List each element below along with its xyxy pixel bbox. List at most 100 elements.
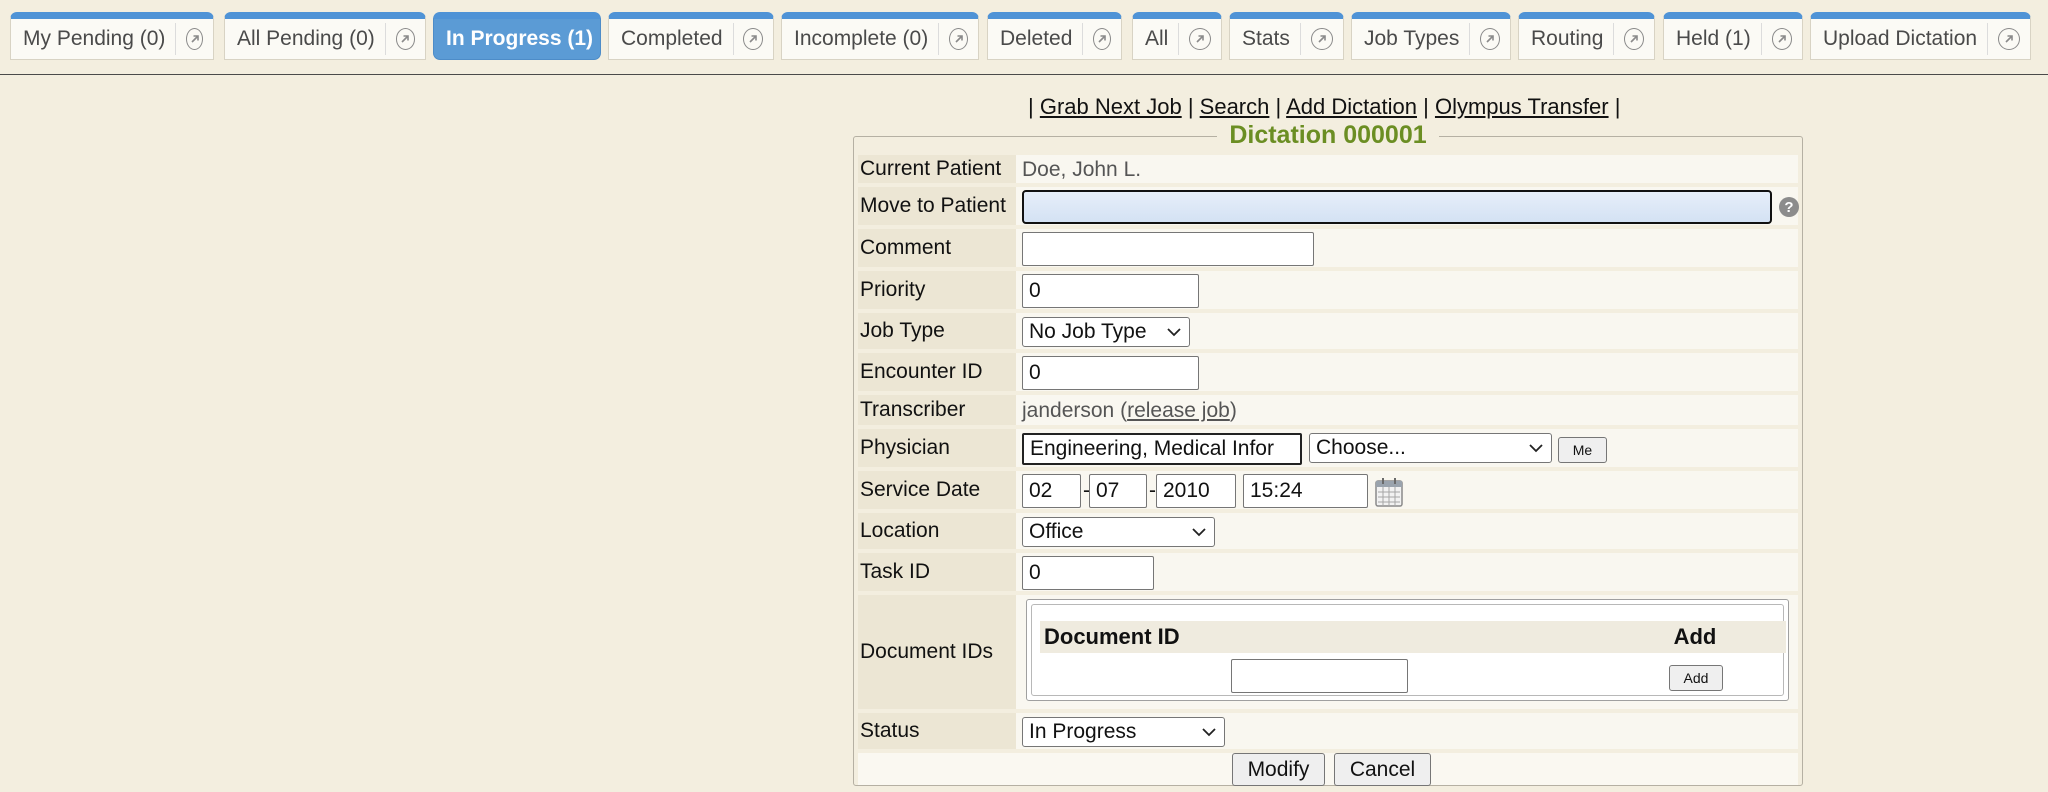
value-cell: Office: [1022, 513, 1798, 549]
service-year-input[interactable]: [1156, 474, 1236, 508]
label-job-type: Job Type: [858, 313, 1016, 349]
value-cell: [1022, 353, 1798, 391]
tab-label: Stats: [1242, 27, 1290, 50]
release-job-link[interactable]: release job: [1127, 399, 1230, 422]
tab-completed[interactable]: Completed: [608, 12, 774, 60]
tab-all[interactable]: All: [1132, 12, 1222, 60]
tab-in-progress[interactable]: In Progress (1): [433, 12, 601, 60]
open-arrow-icon[interactable]: [1771, 28, 1792, 50]
label-priority: Priority: [858, 271, 1016, 309]
tab-my-pending[interactable]: My Pending (0): [10, 12, 214, 60]
divider: [938, 23, 940, 55]
tab-label: My Pending (0): [23, 27, 166, 50]
row-actions: Modify Cancel: [858, 753, 1798, 786]
value-cell: ?: [1022, 187, 1799, 225]
row-service-date: Service Date - -: [858, 471, 1798, 511]
paren-close: ): [1229, 399, 1237, 422]
open-arrow-icon[interactable]: [1310, 28, 1333, 50]
tab-label: Held (1): [1676, 27, 1751, 50]
open-arrow-icon[interactable]: [1093, 28, 1111, 50]
service-day-input[interactable]: [1089, 474, 1147, 508]
link-separator: |: [1028, 94, 1034, 119]
grab-next-job-link[interactable]: Grab Next Job: [1040, 94, 1182, 119]
tab-label: Deleted: [1000, 27, 1073, 50]
document-id-input[interactable]: [1231, 659, 1408, 693]
date-separator: -: [1149, 479, 1156, 502]
location-select[interactable]: Office: [1022, 517, 1215, 547]
row-task-id: Task ID: [858, 553, 1798, 593]
row-comment: Comment: [858, 229, 1798, 269]
label-status: Status: [858, 713, 1016, 749]
divider: [1299, 23, 1301, 55]
divider: [175, 23, 177, 55]
calendar-icon[interactable]: [1375, 477, 1403, 507]
label-physician: Physician: [858, 429, 1016, 467]
modify-button[interactable]: Modify: [1232, 753, 1325, 786]
physician-choose-select[interactable]: Choose...: [1309, 433, 1552, 463]
divider: [1082, 23, 1084, 55]
link-separator: |: [1423, 94, 1429, 119]
document-id-header: Document ID: [1040, 621, 1604, 653]
open-arrow-icon[interactable]: [1998, 28, 2020, 50]
row-document-ids: Document IDs Document ID Add Add: [858, 595, 1798, 711]
olympus-transfer-link[interactable]: Olympus Transfer: [1435, 94, 1609, 119]
status-selected: In Progress: [1029, 720, 1137, 743]
divider: [1760, 23, 1762, 55]
legend: Dictation 000001: [854, 121, 1802, 150]
tab-incomplete[interactable]: Incomplete (0): [781, 12, 979, 60]
status-select[interactable]: In Progress: [1022, 717, 1225, 747]
document-table-frame: Document ID Add Add: [1026, 599, 1789, 701]
cancel-button[interactable]: Cancel: [1334, 753, 1431, 786]
chevron-down-icon: [1529, 444, 1543, 453]
action-links: | Grab Next Job | Search | Add Dictation…: [1028, 94, 1620, 120]
chevron-down-icon: [1192, 528, 1206, 537]
value-cell: Document ID Add Add: [1022, 595, 1798, 709]
tab-label: In Progress (1): [446, 27, 594, 50]
comment-input[interactable]: [1022, 232, 1314, 266]
tab-bar: My Pending (0) All Pending (0) In Progre…: [0, 0, 2048, 75]
service-time-input[interactable]: [1243, 474, 1368, 508]
divider: [1987, 23, 1989, 55]
open-arrow-icon[interactable]: [395, 28, 415, 50]
link-separator: |: [1275, 94, 1282, 119]
open-arrow-icon[interactable]: [1624, 28, 1644, 50]
add-header: Add: [1604, 621, 1786, 653]
link-separator: |: [1614, 94, 1621, 119]
row-move-to-patient: Move to Patient ?: [858, 187, 1799, 227]
job-type-select[interactable]: No Job Type: [1022, 317, 1190, 347]
value-cell: [1022, 271, 1798, 309]
label-location: Location: [858, 513, 1016, 549]
move-to-patient-input[interactable]: [1022, 190, 1772, 224]
open-arrow-icon[interactable]: [186, 28, 203, 50]
add-dictation-link[interactable]: Add Dictation: [1286, 94, 1417, 119]
physician-input[interactable]: [1022, 433, 1302, 465]
me-button[interactable]: Me: [1558, 437, 1607, 463]
add-document-button[interactable]: Add: [1669, 665, 1723, 691]
priority-input[interactable]: [1022, 274, 1199, 308]
tab-label: Incomplete (0): [794, 27, 929, 50]
tab-upload-dictation[interactable]: Upload Dictation: [1810, 12, 2031, 60]
tab-job-types[interactable]: Job Types: [1351, 12, 1511, 60]
open-arrow-icon[interactable]: [949, 28, 968, 50]
job-type-selected: No Job Type: [1029, 320, 1147, 343]
service-month-input[interactable]: [1022, 474, 1081, 508]
dictation-title: Dictation 000001: [1217, 121, 1439, 149]
tab-routing[interactable]: Routing: [1518, 12, 1655, 60]
task-id-input[interactable]: [1022, 556, 1154, 590]
open-arrow-icon[interactable]: [743, 28, 763, 50]
tab-stats[interactable]: Stats: [1229, 12, 1344, 60]
label-document-ids: Document IDs: [858, 595, 1016, 709]
label-comment: Comment: [858, 229, 1016, 267]
search-link[interactable]: Search: [1200, 94, 1270, 119]
row-job-type: Job Type No Job Type: [858, 313, 1798, 351]
label-transcriber: Transcriber: [858, 395, 1016, 425]
help-icon[interactable]: ?: [1779, 197, 1799, 217]
open-arrow-icon[interactable]: [1189, 28, 1211, 50]
tab-deleted[interactable]: Deleted: [987, 12, 1122, 60]
chevron-down-icon: [1202, 728, 1216, 737]
open-arrow-icon[interactable]: [1480, 28, 1500, 50]
tab-held[interactable]: Held (1): [1663, 12, 1803, 60]
encounter-id-input[interactable]: [1022, 356, 1199, 390]
tab-all-pending[interactable]: All Pending (0): [224, 12, 426, 60]
label-current-patient: Current Patient: [858, 155, 1016, 183]
